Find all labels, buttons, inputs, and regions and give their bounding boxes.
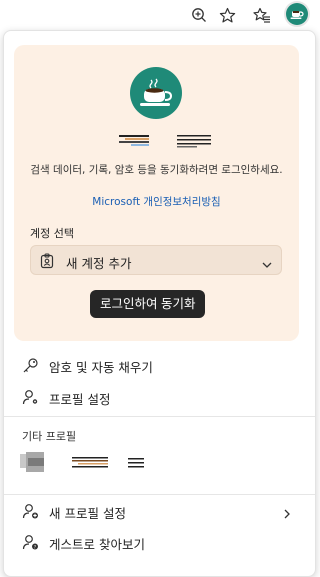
coffee-cup-icon [286,3,308,25]
other-profiles-label: 기타 프로필 [22,430,77,443]
account-name-redacted [119,135,211,148]
favorite-star-icon[interactable] [216,4,238,26]
divider [4,416,315,417]
browser-toolbar [0,0,316,30]
account-select-value: 새 계정 추가 [66,256,132,271]
privacy-link[interactable]: Microsoft 개인정보처리방침 [14,194,299,209]
menu-item-label: 프로필 설정 [49,392,111,407]
zoom-icon[interactable] [188,4,210,26]
sync-description: 검색 데이터, 기록, 암호 등을 동기화하려면 로그인하세요. [30,164,283,176]
badge-icon [40,253,54,273]
menu-item-label: 게스트로 찾아보기 [49,537,145,552]
menu-item-guest-browse[interactable]: ? 게스트로 찾아보기 [4,528,315,556]
account-select-label: 계정 선택 [30,227,74,240]
chevron-down-icon [261,255,273,274]
menu-item-label: 암호 및 자동 채우기 [49,360,153,375]
menu-item-new-profile[interactable]: 새 프로필 설정 [4,497,315,525]
profile-flyout: 검색 데이터, 기록, 암호 등을 동기화하려면 로그인하세요. Microso… [3,30,316,577]
person-gear-icon [22,389,40,410]
menu-item-label: 새 프로필 설정 [49,506,126,521]
menu-item-passwords[interactable]: 암호 및 자동 채우기 [4,351,315,379]
sign-in-sync-button[interactable]: 로그인하여 동기화 [90,290,206,318]
favorites-list-icon[interactable] [251,4,273,26]
profile-avatar-icon[interactable] [284,1,310,27]
person-add-icon [22,503,40,524]
coffee-cup-icon [130,67,182,119]
key-icon [22,357,39,378]
person-help-icon: ? [22,534,40,555]
chevron-right-icon [283,505,291,524]
menu-item-profile-settings[interactable]: 프로필 설정 [4,383,315,411]
divider [4,494,315,495]
account-select-dropdown[interactable]: 새 계정 추가 [30,245,282,275]
account-card: 검색 데이터, 기록, 암호 등을 동기화하려면 로그인하세요. Microso… [14,45,299,341]
other-profile-item[interactable] [18,451,178,481]
